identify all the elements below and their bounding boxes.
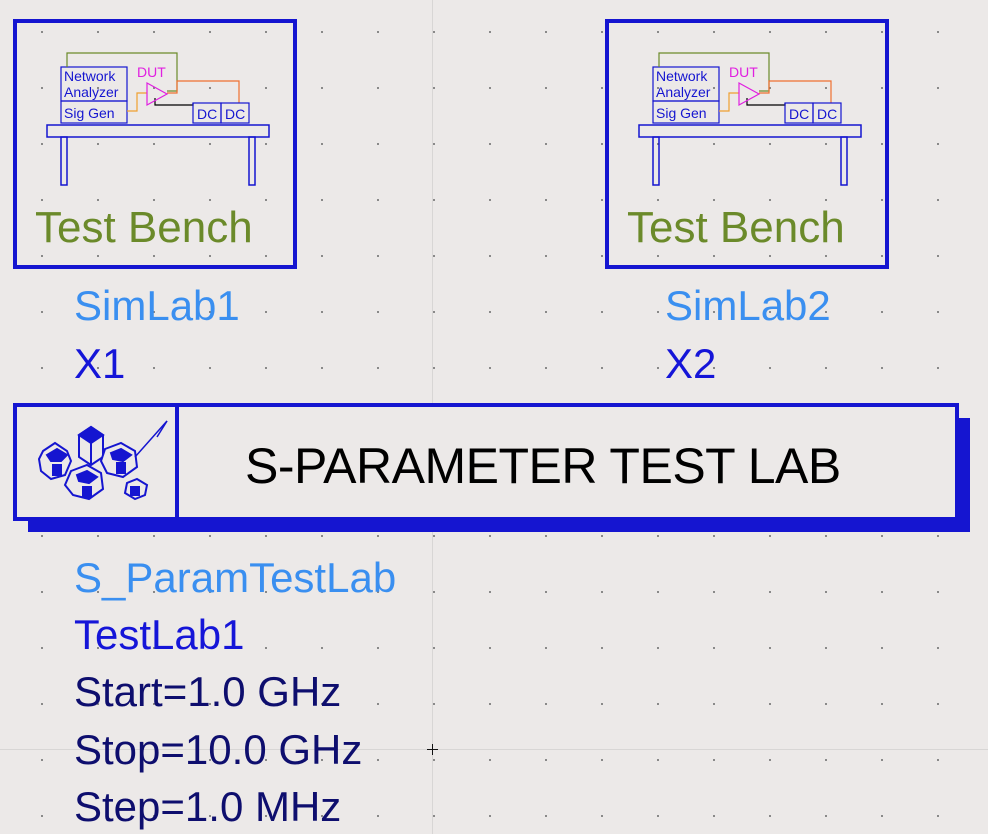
dc-label: DC: [789, 106, 809, 122]
sparam-test-lab-component[interactable]: S-PARAMETER TEST LAB: [13, 403, 959, 521]
crosshair-cursor-icon: [427, 744, 438, 755]
test-bench-component-1[interactable]: Network Analyzer DUT Sig Gen DC DC Test …: [13, 19, 297, 269]
siggen-label: Sig Gen: [64, 105, 115, 121]
dc-label: DC: [197, 106, 217, 122]
param-stop: Stop=10.0 GHz: [74, 726, 363, 773]
analyzer-label: Analyzer: [656, 84, 711, 100]
siggen-label: Sig Gen: [656, 105, 707, 121]
network-label: Network: [64, 68, 116, 84]
analyzer-label: Analyzer: [64, 84, 119, 100]
dut-label: DUT: [729, 64, 758, 80]
dut-label: DUT: [137, 64, 166, 80]
test-bench-component-2[interactable]: Network Analyzer DUT Sig Gen DC DC Test …: [605, 19, 889, 269]
instance-id: X2: [665, 340, 717, 387]
network-label: Network: [656, 68, 708, 84]
dc-label: DC: [817, 106, 837, 122]
bench-title: Test Bench: [627, 203, 845, 252]
lab-divider: [175, 407, 179, 517]
component-name: SimLab2: [665, 282, 831, 329]
lab-component-name: S_ParamTestLab: [74, 554, 397, 601]
lab-title: S-PARAMETER TEST LAB: [245, 438, 841, 494]
gear-cluster-icon: [37, 420, 168, 501]
param-step: Step=1.0 MHz: [74, 783, 342, 830]
instance-id: X1: [74, 340, 126, 387]
bench-title: Test Bench: [35, 203, 253, 252]
dc-label: DC: [225, 106, 245, 122]
param-start: Start=1.0 GHz: [74, 668, 342, 715]
component-name: SimLab1: [74, 282, 240, 329]
lab-instance-id: TestLab1: [74, 611, 245, 658]
